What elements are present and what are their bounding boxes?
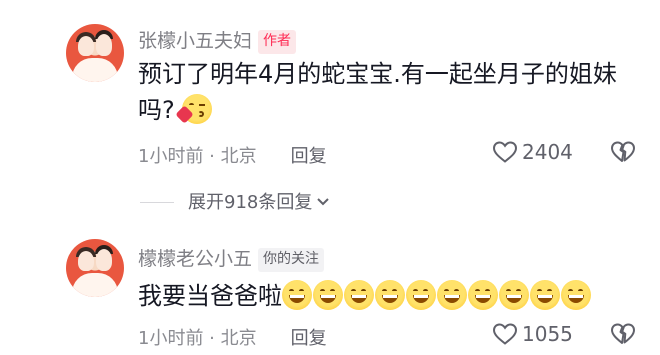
grinning-emoji-icon: [406, 280, 436, 310]
comment-item: 檬檬老公小五 你的关注 我要当爸爸啦 1小时前 · 北京 回复 1055: [0, 232, 660, 355]
emoji-row: [282, 280, 592, 310]
author-badge: 作者: [258, 30, 297, 54]
comment-meta: 1小时前 · 北京 回复: [138, 142, 327, 168]
author-name[interactable]: 檬檬老公小五: [138, 248, 252, 270]
grinning-emoji-icon: [344, 280, 374, 310]
divider: [140, 202, 174, 203]
grinning-emoji-icon: [499, 280, 529, 310]
broken-heart-icon: [611, 323, 635, 344]
avatar[interactable]: [66, 239, 124, 297]
comment-item: 张檬小五夫妇 作者 预订了明年4月的蛇宝宝.有一起坐月子的姐妹吗? 1小时前 · …: [0, 0, 660, 228]
kiss-emoji-icon: [175, 94, 213, 124]
like-count: 1055: [522, 322, 573, 346]
heart-outline-icon: [492, 141, 518, 163]
broken-heart-icon: [611, 141, 635, 162]
like-button[interactable]: 2404: [492, 140, 573, 164]
dislike-button[interactable]: [610, 140, 636, 168]
comment-author[interactable]: 檬檬老公小五 你的关注: [138, 244, 325, 272]
comment-text: 我要当爸爸啦: [138, 278, 638, 314]
grinning-emoji-icon: [375, 280, 405, 310]
comment-text-content: 我要当爸爸啦: [138, 282, 282, 310]
comment-author[interactable]: 张檬小五夫妇 作者: [138, 26, 297, 54]
grinning-emoji-icon: [282, 280, 312, 310]
avatar[interactable]: [66, 24, 124, 82]
comment-meta: 1小时前 · 北京 回复: [138, 324, 327, 350]
following-badge: 你的关注: [258, 248, 325, 272]
comment-text: 预订了明年4月的蛇宝宝.有一起坐月子的姐妹吗?: [138, 56, 638, 128]
reply-button[interactable]: 回复: [291, 328, 327, 349]
like-button[interactable]: 1055: [492, 322, 573, 346]
dislike-button[interactable]: [610, 322, 636, 350]
heart-outline-icon: [492, 323, 518, 345]
author-name[interactable]: 张檬小五夫妇: [138, 30, 252, 52]
expand-replies-label[interactable]: 展开918条回复: [188, 192, 312, 213]
time-location: 1小时前 · 北京: [138, 146, 257, 167]
grinning-emoji-icon: [561, 280, 591, 310]
grinning-emoji-icon: [437, 280, 467, 310]
grinning-emoji-icon: [468, 280, 498, 310]
expand-replies-button[interactable]: 展开918条回复: [140, 188, 330, 214]
grinning-emoji-icon: [313, 280, 343, 310]
grinning-emoji-icon: [530, 280, 560, 310]
chevron-down-icon: [316, 191, 330, 212]
like-count: 2404: [522, 140, 573, 164]
time-location: 1小时前 · 北京: [138, 328, 257, 349]
reply-button[interactable]: 回复: [291, 146, 327, 167]
